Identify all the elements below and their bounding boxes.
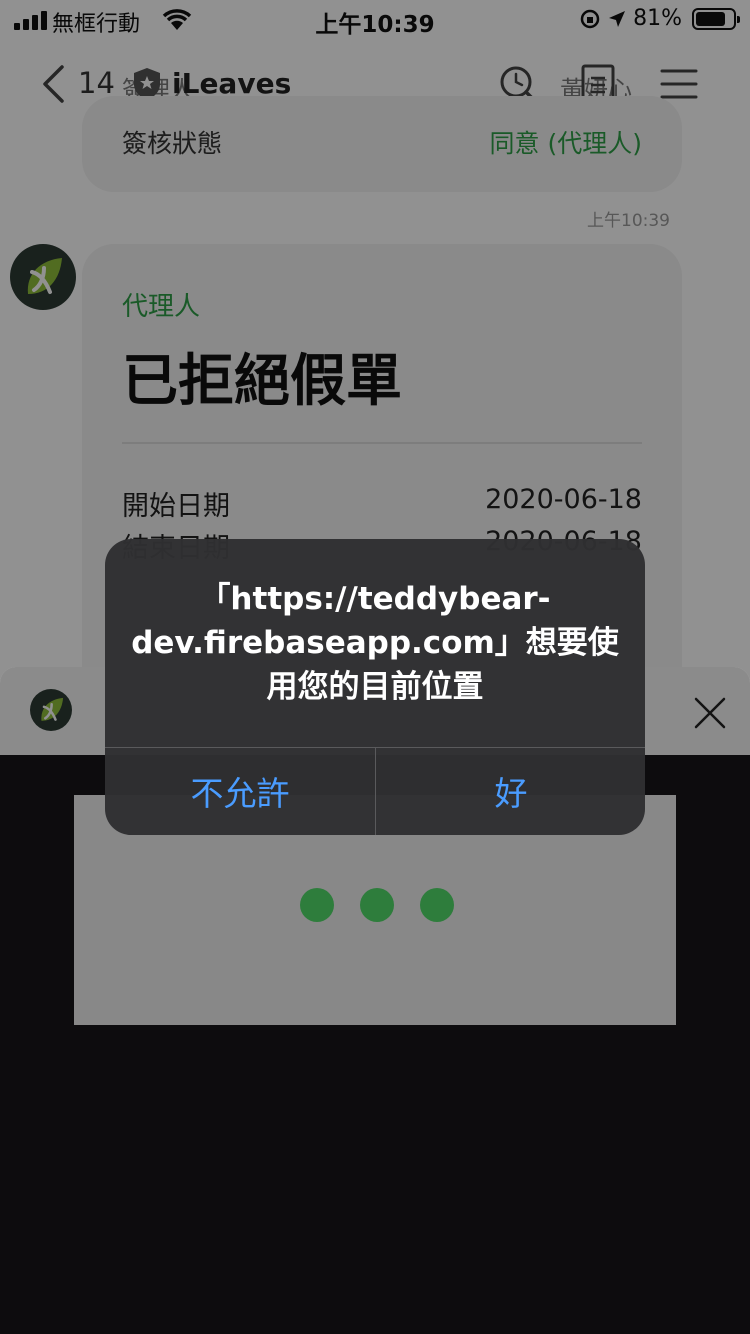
battery-percent: 81% (633, 6, 682, 31)
leaf-logo-icon (27, 258, 62, 294)
alert-message: 「https://teddybear- dev.firebaseapp.com」… (125, 577, 625, 709)
leaf-logo-icon (41, 697, 64, 721)
back-unread-count[interactable]: 14 (78, 66, 115, 100)
loading-dot (420, 888, 454, 922)
alert-message-line: 用您的目前位置 (266, 669, 484, 705)
sheet-app-avatar (30, 689, 72, 731)
alert-message-line: dev.firebaseapp.com」想要使 (131, 625, 619, 661)
approval-status-value: 同意 (代理人) (489, 129, 642, 158)
detail-key: 開始日期 (122, 491, 230, 522)
approval-status-label: 簽核狀態 (122, 129, 223, 158)
close-icon[interactable] (688, 691, 732, 735)
location-permission-alert: 「https://teddybear- dev.firebaseapp.com」… (105, 539, 645, 835)
bot-avatar[interactable] (10, 244, 76, 310)
battery-level (696, 11, 725, 26)
card-divider (122, 442, 642, 444)
menu-icon[interactable] (660, 68, 698, 100)
message-timestamp: 上午10:39 (587, 211, 670, 231)
card-sender: 代理人 (122, 292, 201, 322)
orientation-lock-icon (580, 9, 600, 28)
chevron-left-icon[interactable] (38, 64, 70, 104)
detail-value: 2020-06-18 (485, 484, 642, 515)
location-arrow-icon (609, 10, 626, 27)
battery-icon (692, 7, 740, 30)
alert-message-line: 「https://teddybear- (199, 581, 551, 617)
approval-status-card: 簽核狀態 同意 (代理人) (82, 96, 682, 192)
allow-button[interactable]: 好 (376, 747, 645, 835)
card-headline: 已拒絕假單 (122, 349, 402, 414)
loading-dot (360, 888, 394, 922)
status-bar: 無框行動 上午10:39 81% (0, 0, 750, 40)
deny-button[interactable]: 不允許 (105, 747, 375, 835)
loading-dot (300, 888, 334, 922)
